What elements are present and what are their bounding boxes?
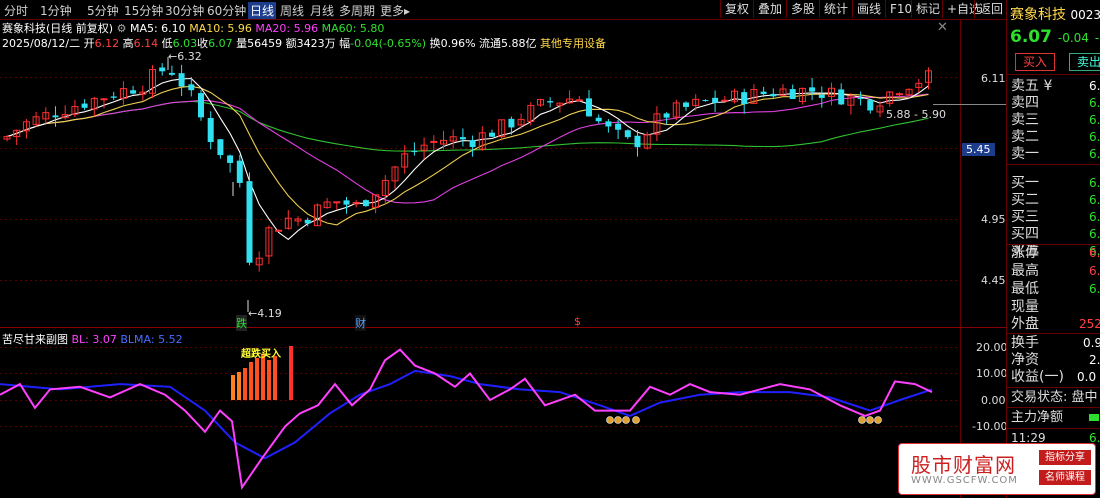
bid-row-1: 买一 6. xyxy=(1011,175,1100,191)
signal-text: 超跌买入 xyxy=(241,349,281,360)
main-net-flow: 主力净额 xyxy=(1011,409,1100,426)
stat-turnover: 换手0.96 xyxy=(1011,335,1100,351)
blma-label: BLMA: 5.52 xyxy=(120,333,183,346)
stat-net-asset: 净资 2. xyxy=(1011,352,1100,368)
sub-chart-header: 苦尽甘来副图 BL: 3.07 BLMA: 5.52 xyxy=(2,331,183,347)
watermark-site: 股市财富网 xyxy=(911,453,1016,477)
trade-status: 交易状态: 盘中 xyxy=(1011,390,1098,405)
bid-row-4: 买四 6. xyxy=(1011,226,1100,242)
flow-bar-icon xyxy=(1089,414,1099,421)
ask-row-3: 卖三 6. xyxy=(1011,112,1100,128)
watermark-tag-courses: 名师课程 xyxy=(1039,470,1091,485)
ma-range-label: 5.88 - 5.90 xyxy=(886,108,946,121)
finance-event-label[interactable]: 财 xyxy=(355,315,366,331)
sub-y-label-1: 10.00 xyxy=(976,367,1008,380)
sub-y-label-0: 20.00 xyxy=(976,341,1008,354)
ma10-line xyxy=(6,85,929,226)
ask-row-1: 卖一 6. xyxy=(1011,146,1100,162)
candlesticks xyxy=(3,63,932,272)
buy-button[interactable]: 买入 xyxy=(1015,53,1055,71)
ask-row-5: 卖五 ¥6. xyxy=(1011,78,1100,94)
y-label-2: 4.95 xyxy=(981,213,1006,226)
ma5-line xyxy=(6,77,929,241)
stat-high: 最高 6. xyxy=(1011,263,1100,279)
stat-volume: 现量 xyxy=(1011,299,1039,315)
sub-y-label-2: 0.00 xyxy=(981,394,1006,407)
sub-chart-title: 苦尽甘来副图 xyxy=(2,333,68,346)
sell-button[interactable]: 卖出 xyxy=(1069,53,1100,71)
bid-row-3: 买三 6. xyxy=(1011,209,1100,225)
quote-panel: 赛象科技 0023 6.07 -0.04 -0 买入 卖出 卖五 ¥6. 卖四6… xyxy=(1006,0,1100,498)
current-price: 6.07 -0.04 -0 xyxy=(1010,27,1100,47)
y-label-0: 6.11 xyxy=(981,72,1006,85)
watermark-logo: 股市财富网 WWW.GSCFW.COM 指标分享 名师课程 xyxy=(898,443,1096,495)
stat-low: 最低 6. xyxy=(1011,281,1100,297)
stock-name: 赛象科技 0023 xyxy=(1010,7,1100,23)
stat-outer: 外盘2521 xyxy=(1011,316,1100,332)
watermark-tag-indicators: 指标分享 xyxy=(1039,450,1091,465)
ask-row-4: 卖四 6. xyxy=(1011,95,1100,111)
bl-line xyxy=(0,348,933,491)
stat-limit-up: 涨停 6. xyxy=(1011,245,1100,261)
dividend-event-label[interactable]: $ xyxy=(574,315,581,328)
bid-row-2: 买二 6. xyxy=(1011,192,1100,208)
stat-eps: 收益(一) 0.0 xyxy=(1011,369,1097,385)
sub-y-label-3: -10.00 xyxy=(972,420,1008,433)
low-mark-label: ←4.19 xyxy=(248,307,282,320)
y-label-3: 4.45 xyxy=(981,274,1006,287)
bl-label: BL: 3.07 xyxy=(71,333,117,346)
kline-chart[interactable] xyxy=(0,0,1006,498)
high-mark-label: ←6.32 xyxy=(168,50,202,63)
watermark-url: WWW.GSCFW.COM xyxy=(911,475,1018,486)
drop-event-label[interactable]: 跌 xyxy=(236,315,247,331)
current-price-tag: 5.45 xyxy=(962,143,995,156)
ask-row-2: 卖二 6. xyxy=(1011,129,1100,145)
